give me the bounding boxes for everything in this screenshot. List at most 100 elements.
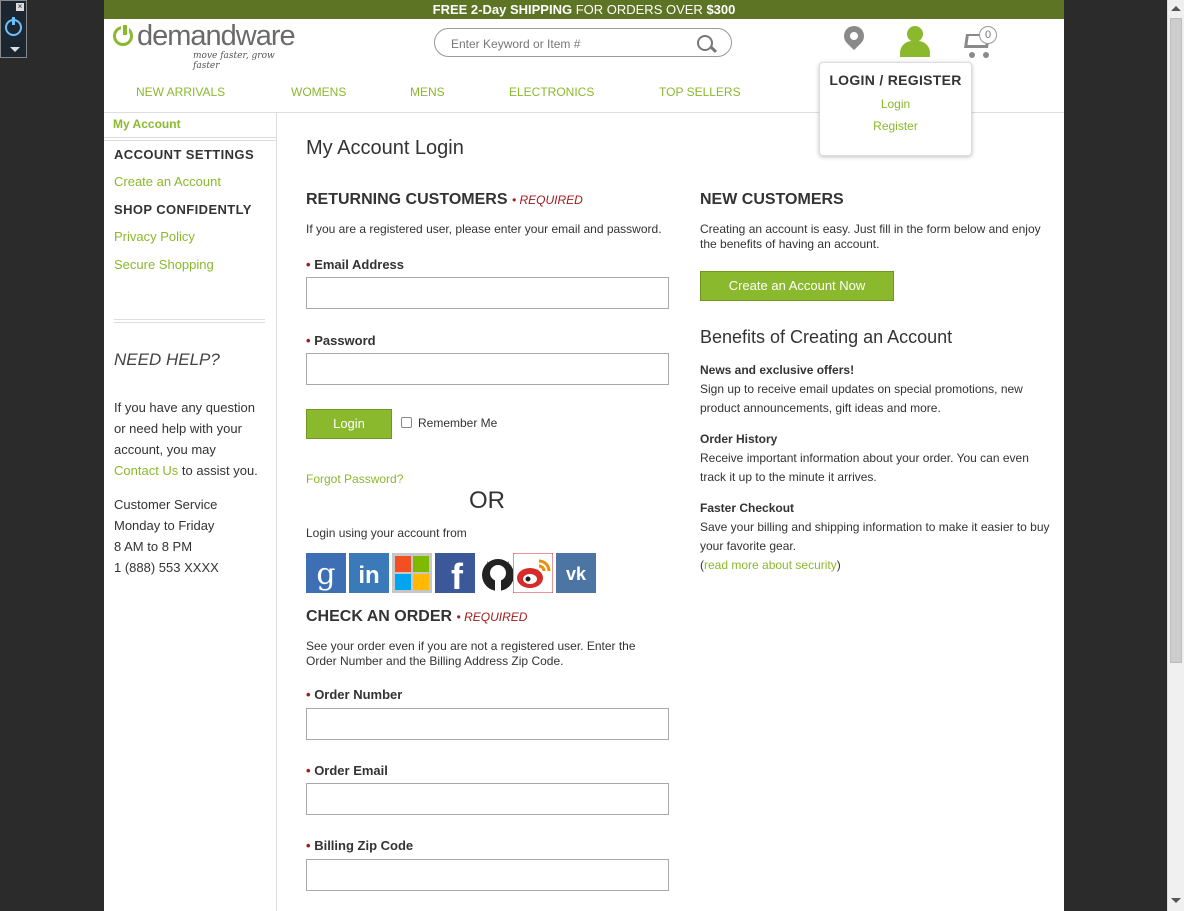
nav-mens[interactable]: MENS — [410, 85, 445, 99]
order-number-field[interactable] — [306, 708, 669, 740]
help-text: If you have any question or need help wi… — [114, 397, 258, 481]
vk-icon[interactable]: vk — [556, 553, 596, 593]
remember-me-checkbox[interactable] — [401, 417, 412, 428]
google-glyph: g — [316, 557, 335, 592]
divider — [104, 137, 276, 141]
benefit-line: track it up to the minute it arrives. — [700, 470, 877, 484]
sidebar-item-create-account[interactable]: Create an Account — [114, 174, 221, 189]
create-account-button[interactable]: Create an Account Now — [700, 271, 894, 301]
required-note: • REQUIRED — [456, 610, 528, 624]
order-email-label: • Order Email — [306, 763, 388, 778]
banner-text: FREE 2-Day — [432, 2, 507, 17]
label-text: Order Email — [314, 763, 388, 778]
nav-top-sellers[interactable]: TOP SELLERS — [659, 85, 741, 99]
sidebar-item-secure-shopping[interactable]: Secure Shopping — [114, 257, 214, 272]
check-order-intro: See your order even if you are not a reg… — [306, 639, 636, 669]
close-icon[interactable]: × — [16, 3, 24, 11]
search-input[interactable] — [449, 34, 683, 54]
intro-line: Creating an account is easy. Just fill i… — [700, 222, 1041, 236]
banner-text: SHIPPING — [509, 2, 573, 17]
chevron-down-icon[interactable] — [10, 47, 20, 52]
sidebar-item-privacy-policy[interactable]: Privacy Policy — [114, 229, 195, 244]
dropdown-title: LOGIN / REGISTER — [829, 72, 962, 88]
linkedin-glyph: in — [358, 562, 379, 589]
benefit-line: product announcements, gift ideas and mo… — [700, 401, 941, 415]
email-field[interactable] — [306, 277, 669, 309]
nav-electronics[interactable]: ELECTRONICS — [509, 85, 594, 99]
remember-me-label[interactable]: Remember Me — [418, 416, 497, 431]
customer-service-info: Customer Service Monday to Friday 8 AM t… — [114, 494, 219, 578]
check-order-heading: CHECK AN ORDER • REQUIRED — [306, 608, 527, 626]
linkedin-icon[interactable]: in — [349, 553, 389, 593]
benefit-line: Save your billing and shipping informati… — [700, 520, 1050, 534]
new-customers-intro: Creating an account is easy. Just fill i… — [700, 222, 1041, 252]
store-locator-icon[interactable] — [839, 21, 869, 58]
sidebar: My Account ACCOUNT SETTINGS Create an Ac… — [104, 113, 277, 911]
forgot-password-link[interactable]: Forgot Password? — [306, 472, 403, 486]
nav-new-arrivals[interactable]: NEW ARRIVALS — [136, 85, 225, 99]
logo[interactable]: demandware move faster, grow faster — [113, 20, 303, 71]
microsoft-icon[interactable] — [392, 553, 432, 593]
github-icon[interactable] — [478, 553, 518, 593]
benefit-title: Order History — [700, 432, 778, 446]
benefit-text: Save your billing and shipping informati… — [700, 520, 1050, 572]
search-icon[interactable] — [697, 35, 713, 51]
power-icon[interactable] — [5, 17, 22, 36]
help-text-line: If you have any question — [114, 400, 255, 415]
intro-line: the benefits of having an account. — [700, 237, 880, 251]
login-button[interactable]: Login — [306, 409, 392, 439]
power-widget[interactable]: × — [0, 0, 27, 58]
need-help-heading: NEED HELP? — [114, 350, 220, 369]
facebook-glyph: f — [451, 556, 464, 593]
page: FREE 2-Day SHIPPING FOR ORDERS OVER $300… — [104, 0, 1064, 911]
cs-title: Customer Service — [114, 497, 218, 512]
facebook-icon[interactable]: f — [435, 553, 475, 597]
vk-glyph: vk — [566, 564, 587, 584]
required-note: • REQUIRED — [511, 193, 583, 207]
security-link[interactable]: read more about security — [704, 558, 837, 572]
returning-customers-heading: RETURNING CUSTOMERS • REQUIRED — [306, 191, 583, 209]
benefit-title: News and exclusive offers! — [700, 363, 855, 377]
cart-icon[interactable]: 0 — [961, 26, 997, 60]
benefit-text: Receive important information about your… — [700, 449, 1029, 487]
cs-days: Monday to Friday — [114, 518, 215, 533]
sidebar-heading-account-settings: ACCOUNT SETTINGS — [114, 147, 255, 162]
nav-womens[interactable]: WOMENS — [291, 85, 346, 99]
shipping-banner: FREE 2-Day SHIPPING FOR ORDERS OVER $300 — [104, 0, 1064, 19]
password-label: • Password — [306, 333, 376, 348]
intro-line: See your order even if you are not a reg… — [306, 639, 636, 653]
vertical-scrollbar[interactable] — [1167, 0, 1184, 911]
cart-count: 0 — [979, 26, 997, 44]
breadcrumb[interactable]: My Account — [113, 117, 181, 131]
password-field[interactable] — [306, 353, 669, 385]
logo-tagline: move faster, grow faster — [193, 51, 275, 71]
scroll-down-icon[interactable] — [1171, 898, 1181, 903]
cs-phone: 1 (888) 553 XXXX — [114, 560, 219, 575]
dropdown-login-link[interactable]: Login — [820, 97, 971, 111]
account-dropdown: LOGIN / REGISTER Login Register — [819, 62, 972, 156]
zip-field[interactable] — [306, 859, 669, 891]
weibo-icon[interactable] — [512, 552, 554, 594]
order-number-label: • Order Number — [306, 687, 403, 702]
dropdown-register-link[interactable]: Register — [820, 119, 971, 133]
email-label: • Email Address — [306, 257, 405, 272]
help-text-line: or need help with your — [114, 421, 242, 436]
banner-text: FOR ORDERS OVER — [572, 2, 707, 17]
section-heading-text: CHECK AN ORDER — [306, 608, 453, 625]
scrollbar-thumb[interactable] — [1170, 18, 1182, 663]
label-text: Email Address — [314, 257, 405, 272]
google-icon[interactable]: g — [306, 553, 346, 593]
scroll-up-icon[interactable] — [1171, 6, 1181, 11]
benefit-title: Faster Checkout — [700, 501, 795, 515]
benefit-text: Sign up to receive email updates on spec… — [700, 380, 1023, 418]
user-icon[interactable] — [900, 26, 930, 60]
social-intro: Login using your account from — [306, 526, 467, 540]
order-email-field[interactable] — [306, 783, 669, 815]
sidebar-heading-shop-confidently: SHOP CONFIDENTLY — [114, 202, 252, 217]
new-customers-heading: NEW CUSTOMERS — [700, 191, 844, 208]
help-text-line: to assist you. — [178, 463, 258, 478]
zip-label: • Billing Zip Code — [306, 838, 414, 853]
label-text: Password — [314, 333, 376, 348]
banner-amount: $300 — [706, 2, 736, 17]
contact-us-link[interactable]: Contact Us — [114, 463, 178, 478]
